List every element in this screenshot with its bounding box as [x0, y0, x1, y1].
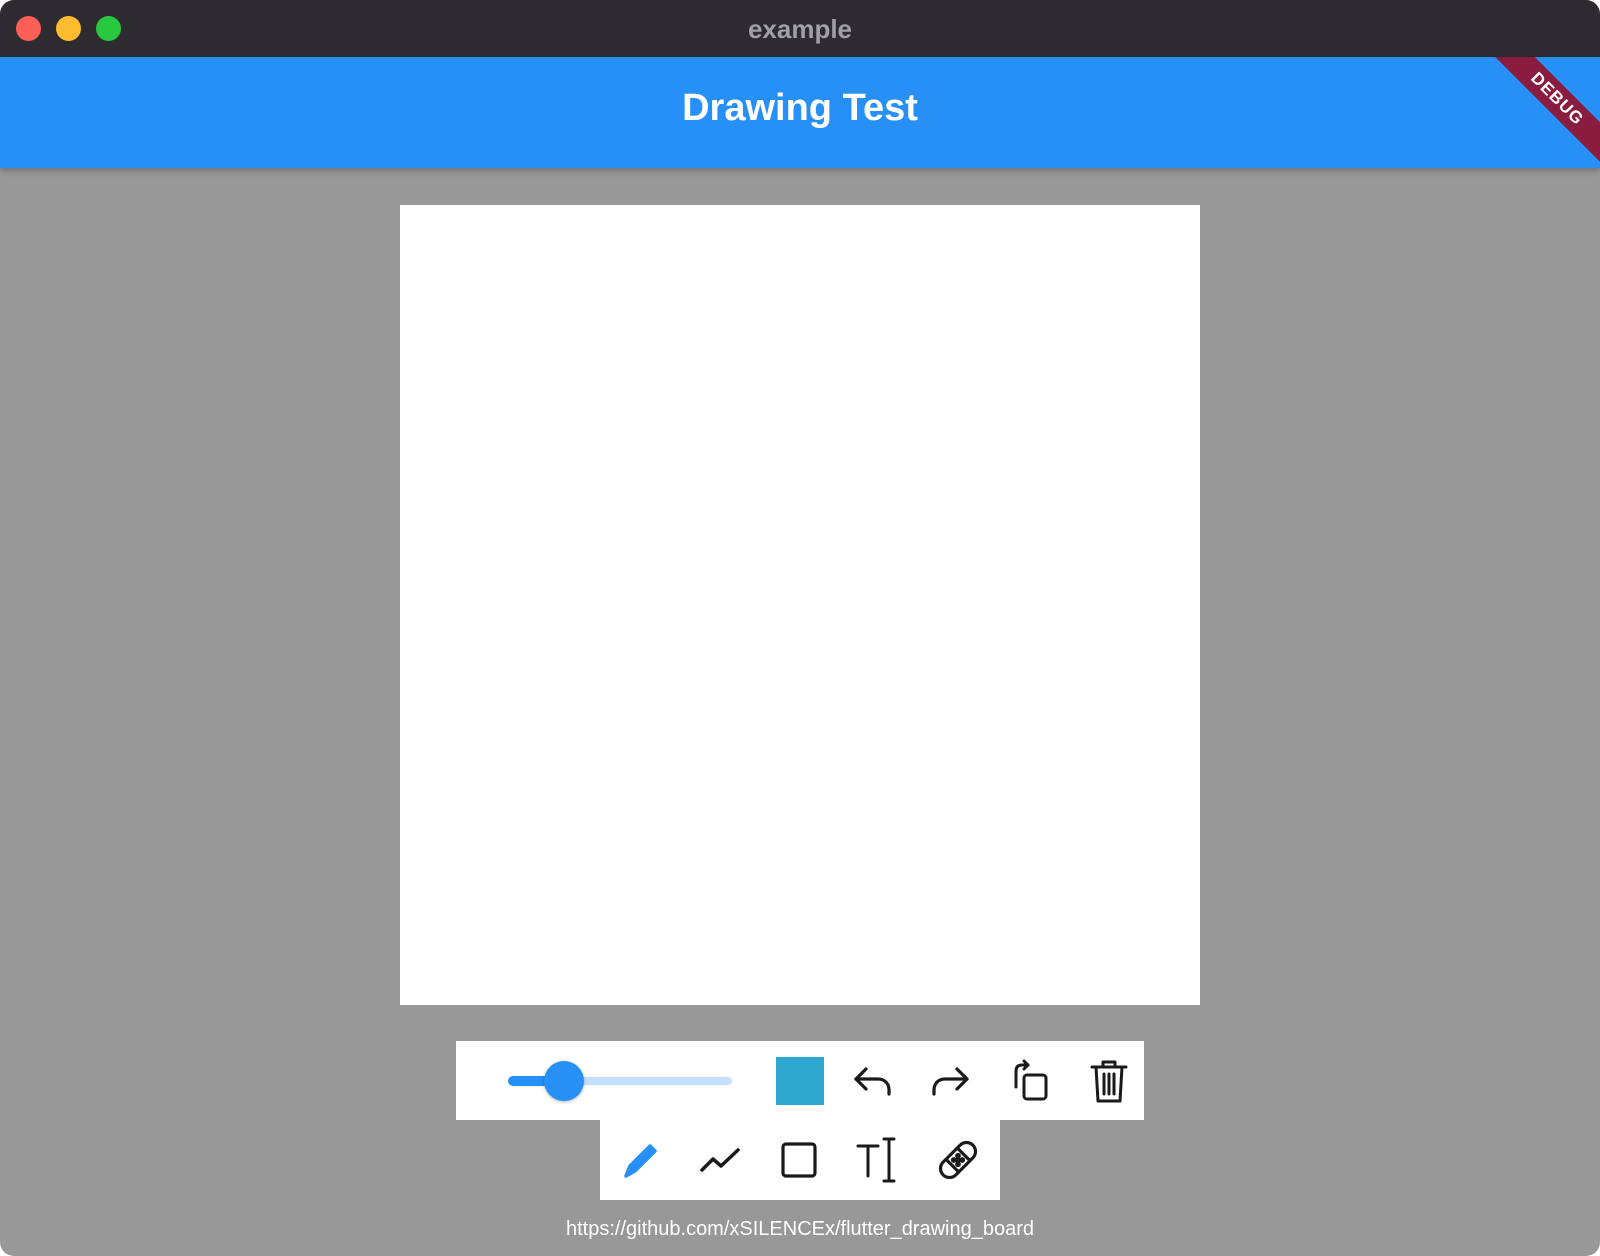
window-title: example [747, 14, 853, 44]
slider-thumb[interactable] [544, 1061, 584, 1101]
app-window: example Drawing Test DEBUG https://githu… [0, 0, 1600, 1256]
stroke-width-slider[interactable] [504, 1061, 734, 1101]
bandage-icon [934, 1136, 982, 1184]
window-titlebar: example [0, 0, 1600, 58]
pen-tool-button[interactable] [612, 1132, 668, 1188]
drawing-tools-toolbar [600, 1120, 1000, 1200]
undo-arrow-icon [850, 1059, 894, 1103]
app-bar: Drawing Test [0, 57, 1600, 168]
rectangle-icon [777, 1138, 821, 1182]
clear-canvas-button[interactable] [1081, 1053, 1137, 1109]
trash-icon [1087, 1057, 1131, 1105]
eraser-tool-button[interactable] [930, 1132, 986, 1188]
polyline-icon [698, 1138, 742, 1182]
redo-arrow-icon [929, 1059, 973, 1103]
drawing-actions-toolbar [456, 1041, 1144, 1120]
text-tool-button[interactable] [850, 1132, 906, 1188]
drawing-canvas[interactable] [400, 205, 1200, 1005]
straight-line-tool-button[interactable] [692, 1132, 748, 1188]
redo-button[interactable] [923, 1053, 979, 1109]
text-cursor-icon [854, 1136, 902, 1184]
color-picker-swatch[interactable] [776, 1057, 824, 1105]
app-bar-title: Drawing Test [682, 87, 918, 129]
rotate-button[interactable] [1002, 1053, 1058, 1109]
rectangle-tool-button[interactable] [771, 1132, 827, 1188]
pencil-icon [618, 1138, 662, 1182]
undo-button[interactable] [844, 1053, 900, 1109]
repository-url-link[interactable]: https://github.com/xSILENCEx/flutter_dra… [0, 1218, 1600, 1241]
rotate-icon [1008, 1059, 1052, 1103]
